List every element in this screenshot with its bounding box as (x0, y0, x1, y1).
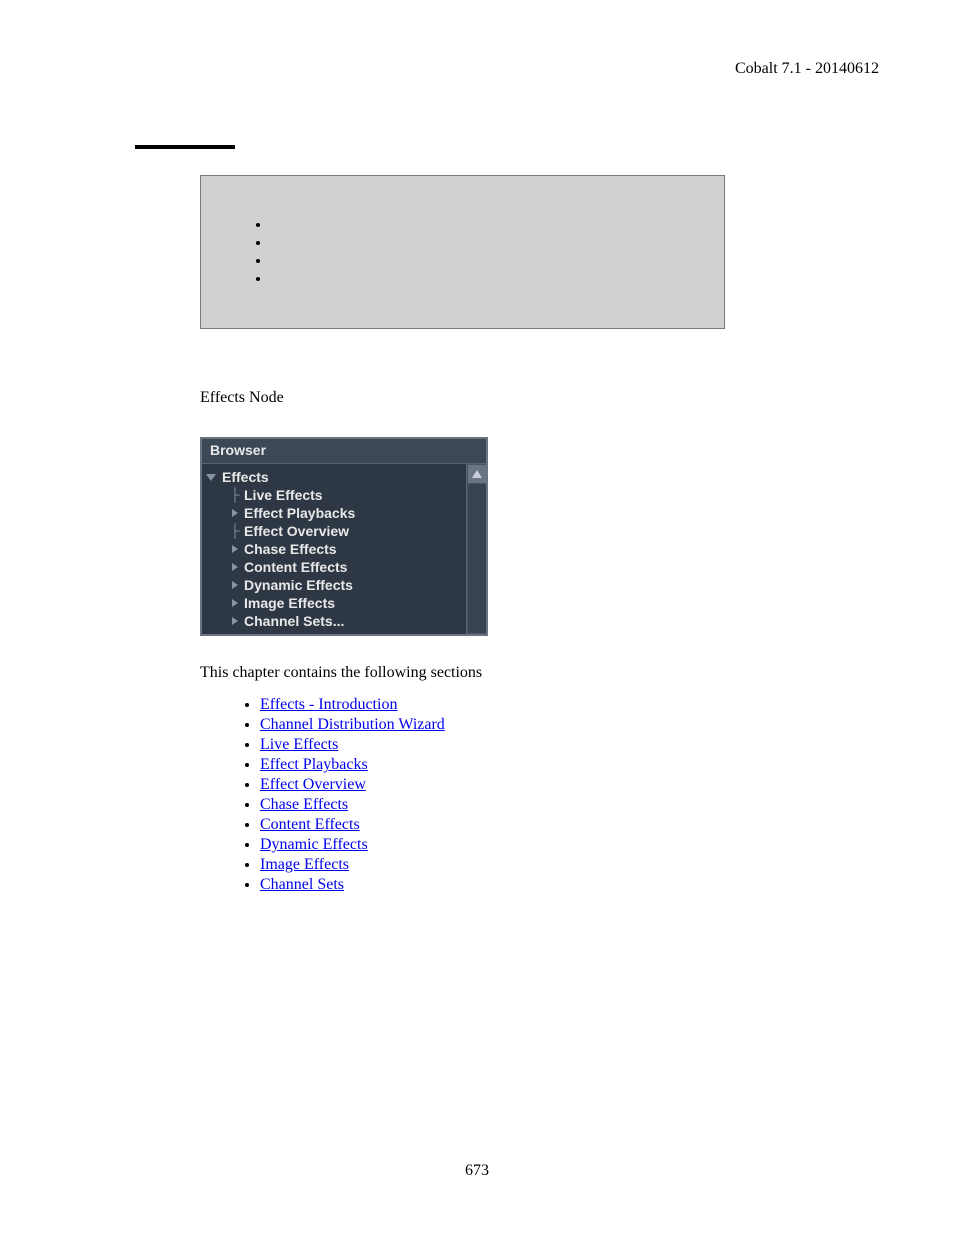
intro-bullet (271, 252, 704, 268)
section-link[interactable]: Image Effects (260, 856, 349, 873)
section-list-item: Effect Overview (260, 776, 725, 794)
section-list-item: Image Effects (260, 856, 725, 874)
tree-root-effects[interactable]: Effects (206, 468, 466, 486)
tree-tee-icon: ├ (228, 524, 242, 538)
tree-item-label: Effect Overview (242, 523, 349, 539)
scroll-up-button[interactable] (468, 465, 486, 483)
section-list-item: Chase Effects (260, 796, 725, 814)
tree-item-label: Effect Playbacks (242, 505, 355, 521)
tree-item[interactable]: ├Effect Overview (206, 522, 466, 540)
intro-bullet (271, 216, 704, 232)
intro-bullet (271, 270, 704, 286)
section-link[interactable]: Effects - Introduction (260, 696, 397, 713)
intro-box (200, 175, 725, 329)
tree-item-label: Image Effects (242, 595, 335, 611)
chevron-right-icon (228, 507, 242, 519)
chevron-right-icon (228, 579, 242, 591)
sections-intro-text: This chapter contains the following sect… (200, 664, 725, 682)
chevron-right-icon (228, 615, 242, 627)
section-link[interactable]: Dynamic Effects (260, 836, 368, 853)
tree-item[interactable]: Content Effects (206, 558, 466, 576)
tree-item[interactable]: Dynamic Effects (206, 576, 466, 594)
tree-item-label: Chase Effects (242, 541, 337, 557)
tree-item-label: Content Effects (242, 559, 347, 575)
tree-item[interactable]: ├Live Effects (206, 486, 466, 504)
tree-item[interactable]: Chase Effects (206, 540, 466, 558)
effects-node-heading: Effects Node (200, 389, 725, 407)
tree-item-label: Dynamic Effects (242, 577, 353, 593)
tree-root-label: Effects (220, 469, 269, 485)
chevron-right-icon (228, 597, 242, 609)
browser-body: Effects ├Live EffectsEffect Playbacks├Ef… (202, 464, 486, 634)
section-link[interactable]: Effect Playbacks (260, 756, 368, 773)
sections-link-list: Effects - Introduction Channel Distributi… (200, 696, 725, 894)
intro-bullet (271, 234, 704, 250)
tree-item-label: Channel Sets... (242, 613, 344, 629)
chevron-right-icon (228, 543, 242, 555)
browser-title: Browser (202, 439, 486, 464)
section-list-item: Dynamic Effects (260, 836, 725, 854)
scrollbar[interactable] (466, 464, 486, 634)
section-list-item: Effects - Introduction (260, 696, 725, 714)
tree-area: Effects ├Live EffectsEffect Playbacks├Ef… (202, 464, 466, 634)
chevron-right-icon (228, 561, 242, 573)
section-link[interactable]: Effect Overview (260, 776, 366, 793)
section-list-item: Live Effects (260, 736, 725, 754)
section-link[interactable]: Channel Distribution Wizard (260, 716, 445, 733)
tree-item-label: Live Effects (242, 487, 323, 503)
header-version: Cobalt 7.1 - 20140612 (735, 60, 879, 78)
content-area: Effects Node Browser Effects ├Live Effec… (200, 175, 725, 896)
section-list-item: Channel Sets (260, 876, 725, 894)
scroll-track[interactable] (468, 484, 486, 633)
section-list-item: Content Effects (260, 816, 725, 834)
section-rule (135, 145, 235, 149)
section-list-item: Effect Playbacks (260, 756, 725, 774)
section-link[interactable]: Chase Effects (260, 796, 348, 813)
page-number: 673 (0, 1162, 954, 1180)
tree-item[interactable]: Image Effects (206, 594, 466, 612)
chevron-down-icon (206, 474, 216, 481)
section-link[interactable]: Content Effects (260, 816, 360, 833)
tree-tee-icon: ├ (228, 488, 242, 502)
chevron-up-icon (472, 470, 482, 478)
tree-item[interactable]: Effect Playbacks (206, 504, 466, 522)
tree-item[interactable]: Channel Sets... (206, 612, 466, 630)
intro-bullet-list (221, 216, 704, 286)
section-link[interactable]: Live Effects (260, 736, 338, 753)
section-link[interactable]: Channel Sets (260, 876, 344, 893)
browser-panel: Browser Effects ├Live EffectsEffect Play… (200, 437, 488, 636)
section-list-item: Channel Distribution Wizard (260, 716, 725, 734)
